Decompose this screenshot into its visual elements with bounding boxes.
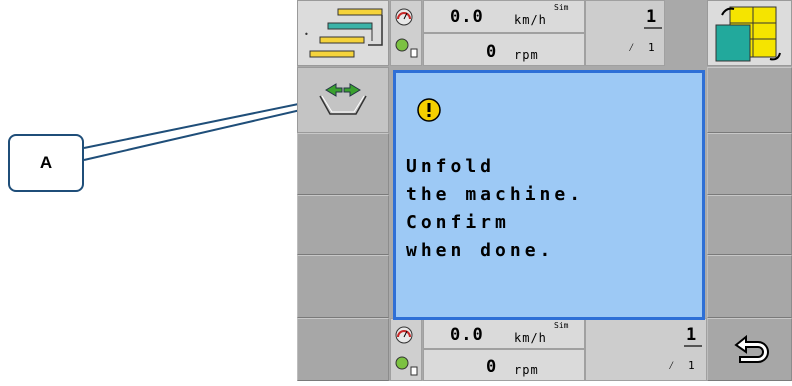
counter-divider [644,27,662,29]
speed-value: 0.0 [450,325,484,345]
rpm-unit: rpm [514,48,539,62]
dialog-message: Unfold the machine. Confirm when done. [406,153,584,265]
counter-sub-value: 1 [688,359,695,372]
softkey-right-1[interactable] [707,67,792,133]
counter-value: 1 [686,325,698,345]
softkey-left-3[interactable] [297,195,389,255]
counter-readout: 1 ⁄ 1 [585,0,665,66]
field-sections-icon [715,6,781,62]
message-line-4: when done. [406,240,555,261]
rpm-readout-bottom: 0 rpm [423,349,585,381]
speed-unit: km/h [514,13,547,27]
message-line-1: Unfold [406,156,496,177]
field-map-button[interactable] [707,0,792,66]
back-arrow-icon [734,334,769,363]
speed-readout: 0.0 km/h Sim [423,0,585,33]
softkey-left-4[interactable] [297,255,389,318]
warning-icon [417,98,441,122]
rpm-unit: rpm [514,363,539,377]
speedometer-icon [395,326,413,344]
rpm-value: 0 [486,42,498,62]
softkey-right-4[interactable] [707,255,792,318]
speed-readout-bottom: 0.0 km/h Sim [423,318,585,349]
fold-unfold-button[interactable] [297,67,389,133]
section-control-button[interactable]: • [297,0,389,66]
speedometer-icon [395,8,413,26]
speed-unit: km/h [514,331,547,345]
fold-arrows-icon [319,83,367,115]
counter-readout-bottom: 1 ⁄ 1 [585,318,707,381]
engine-rpm-icon [395,356,418,376]
confirmation-dialog[interactable]: Unfold the machine. Confirm when done. [393,70,705,320]
back-button[interactable] [707,318,792,381]
sections-diagram-icon: • [304,8,383,58]
counter-sub-mark: ⁄ [628,41,635,54]
speed-value: 0.0 [450,7,484,27]
counter-sub-value: 1 [648,41,655,54]
engine-rpm-icon [395,38,418,58]
sim-indicator: Sim [554,3,569,12]
rpm-value: 0 [486,357,498,377]
softkey-left-2[interactable] [297,133,389,195]
counter-divider [684,345,702,347]
status-icons-column-bottom [390,318,422,381]
rpm-readout: 0 rpm [423,33,585,66]
softkey-right-2[interactable] [707,133,792,195]
softkey-left-5[interactable] [297,318,389,381]
counter-sub-mark: ⁄ [668,359,675,372]
status-icons-column [390,0,422,66]
message-line-2: the machine. [406,184,585,205]
svg-text:•: • [304,30,309,39]
message-line-3: Confirm [406,212,510,233]
counter-value: 1 [646,7,658,27]
softkey-right-3[interactable] [707,195,792,255]
sim-indicator: Sim [554,321,569,330]
